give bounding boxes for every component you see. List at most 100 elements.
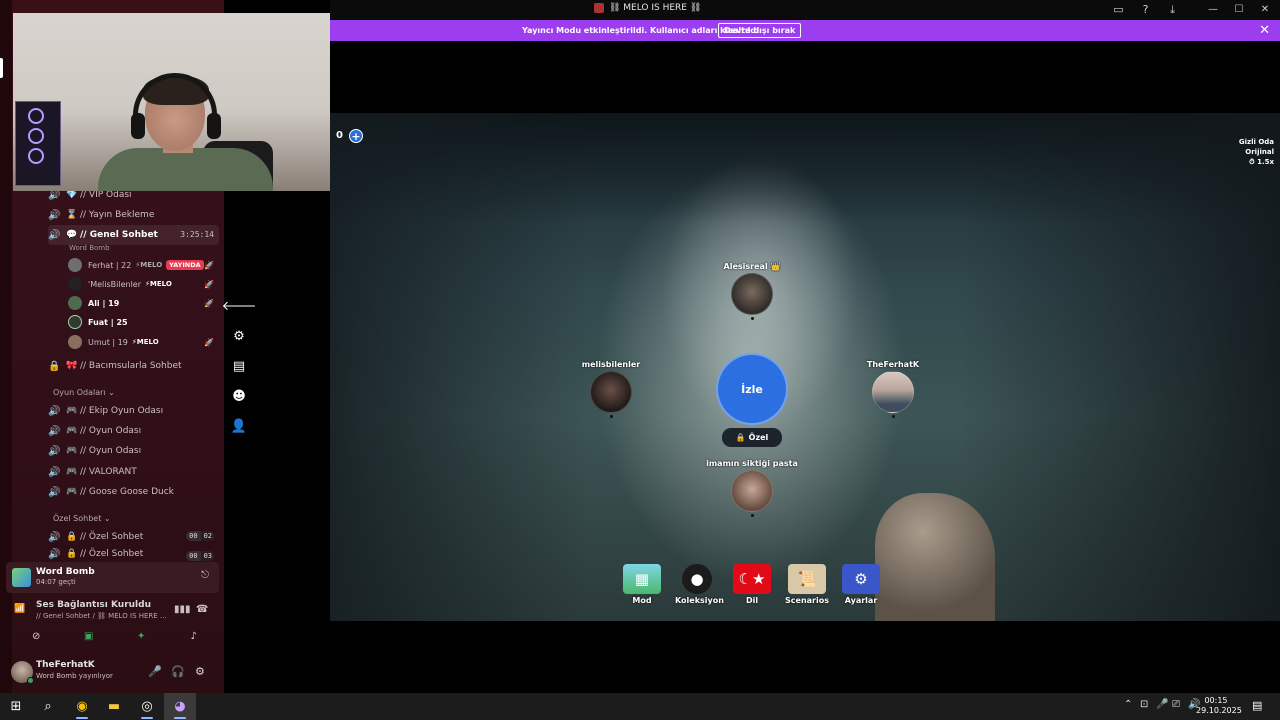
notification-icon[interactable]: ▤ [1252, 699, 1262, 712]
menu-scenarios[interactable]: 📜 Scenarios [785, 564, 829, 605]
close-icon[interactable]: ✕ [1258, 3, 1272, 17]
room-name: Gizli Oda [1238, 138, 1274, 146]
voice-status[interactable]: Ses Bağlantısı Kuruldu [36, 600, 151, 610]
channel-yayin-bekleme[interactable]: 🔊 ⌛ // Yayın Bekleme [48, 205, 219, 225]
channel-oyun-1[interactable]: 🔊 🎮 // Oyun Odası [48, 421, 219, 441]
maximize-icon[interactable]: ☐ [1232, 3, 1246, 17]
help-icon[interactable]: ? [1138, 2, 1153, 17]
voice-user-name: Fuat | 25 [88, 317, 128, 327]
category-oyun-odalari[interactable]: Oyun Odaları ⌄ [53, 388, 115, 397]
word-bomb-icon [12, 568, 31, 587]
speaker-icon: 🔊 [48, 486, 61, 498]
gear-icon[interactable]: ⚙ [195, 665, 205, 678]
channel-ozel-1[interactable]: 🔊 🔒 // Özel Sohbet 00 02 [48, 527, 219, 547]
channel-label: // Oyun Odası [80, 446, 142, 456]
speaker-icon: 🔊 [48, 425, 61, 437]
rocket-icon: 🚀 [204, 298, 214, 308]
inbox-icon[interactable]: ▭ [1111, 2, 1126, 17]
channel-label: // Goose Goose Duck [80, 487, 174, 497]
cave-rock [875, 493, 995, 621]
channel-genel-sohbet[interactable]: 🔊 💬 // Genel Sohbet 3:25:14 [48, 225, 219, 245]
voice-user[interactable]: 'MelisBilenler ⚡MELO 🚀 [68, 275, 216, 293]
bow-icon: 🎀 [66, 361, 78, 371]
channel-bacimsular[interactable]: 🔒 🎀 // Bacımsularla Sohbet [48, 356, 219, 376]
leave-activity-icon[interactable]: ⎋ [201, 570, 209, 581]
user-limit-badge: 00 03 [186, 551, 215, 561]
voice-user[interactable]: Umut | 19 ⚡MELO 🚀 [68, 333, 216, 351]
network-icon[interactable]: ⎚ [1172, 699, 1180, 710]
screen-share-icon[interactable]: ▣ [66, 628, 112, 644]
player-avatar [731, 273, 773, 315]
minimize-icon[interactable]: — [1206, 3, 1220, 17]
speaker-icon: 🔊 [48, 209, 61, 221]
voice-user[interactable]: Ferhat | 22 ⚡MELO YAYINDA 🚀 [68, 256, 216, 274]
activity-panel[interactable]: Word Bomb 04:07 geçti ⎋ [6, 562, 219, 593]
app-running-indicator [141, 717, 153, 719]
chrome-icon[interactable]: ◉ [66, 693, 98, 720]
microphone-icon[interactable]: 🎤 [148, 665, 162, 678]
device-icon[interactable]: ⊡ [1140, 699, 1148, 710]
microphone-icon[interactable]: 🎤 [1156, 699, 1168, 710]
channel-valorant[interactable]: 🔊 🎮 // VALORANT [48, 462, 219, 482]
watch-button[interactable]: İzle [716, 353, 788, 425]
player-seat[interactable]: imamın siktiği pasta [697, 459, 807, 517]
window-title-text: ⛓ MELO IS HERE ⛓ [609, 3, 702, 13]
windows-start-icon[interactable]: ⊞ [0, 693, 32, 720]
menu-ayarlar[interactable]: ⚙ Ayarlar [839, 564, 883, 605]
back-arrow-icon[interactable]: 🡐 [222, 298, 257, 314]
player-seat[interactable]: melisbilenler [556, 360, 666, 418]
people-icon[interactable]: 👤 [231, 418, 247, 434]
chat-icon[interactable]: ▤ [231, 358, 247, 374]
user-limit-badge: 00 02 [186, 531, 215, 541]
username[interactable]: TheFerhatK [36, 660, 95, 670]
channel-ekip-oyun[interactable]: 🔊 🎮 // Ekip Oyun Odası [48, 401, 219, 421]
player-seat[interactable]: TheFerhatK [838, 360, 948, 418]
channel-ozel-2[interactable]: 🔊 🔒 // Özel Sohbet 00 03 [48, 547, 219, 561]
flag-icon: ☾★ [733, 564, 771, 594]
channel-oyun-2[interactable]: 🔊 🎮 // Oyun Odası [48, 441, 219, 461]
voice-channel-path[interactable]: // Genel Sohbet / ⛓ MELO IS HERE ... [36, 612, 167, 620]
lock-icon: 🔒 [735, 433, 746, 442]
chevron-up-icon[interactable]: ⌃ [1124, 699, 1132, 710]
discord-icon[interactable]: ◕ [164, 693, 196, 720]
disable-streamer-mode-button[interactable]: Devre dışı bırak [718, 23, 802, 38]
file-explorer-icon[interactable]: ▬ [98, 693, 130, 720]
speaker-icon: 🔊 [48, 189, 61, 201]
private-room-button[interactable]: 🔒 Özel [722, 428, 782, 447]
headset-ear [131, 113, 145, 139]
add-button[interactable]: + [349, 129, 363, 143]
close-icon[interactable]: ✕ [1259, 23, 1270, 38]
voice-user-name: Ferhat | 22 [88, 260, 132, 270]
avatar [68, 277, 82, 291]
noise-suppression-icon[interactable]: ▮▮▮ [174, 604, 191, 615]
system-clock[interactable]: 00:15 29.10.2025 [1196, 696, 1242, 716]
category-ozel-sohbet[interactable]: Özel Sohbet ⌄ [53, 514, 111, 523]
search-icon[interactable]: ⌕ [32, 693, 64, 720]
signal-icon: 📶 [14, 604, 26, 614]
soundboard-icon[interactable]: ♪ [171, 628, 217, 644]
channel-label: // Yayın Bekleme [80, 210, 155, 220]
obs-icon[interactable]: ◎ [131, 693, 163, 720]
activities-icon[interactable]: ✦ [118, 628, 164, 644]
menu-koleksiyon[interactable]: ● Koleksiyon [675, 564, 724, 605]
menu-dil[interactable]: ☾★ Dil [730, 564, 774, 605]
rocket-icon: 🚀 [204, 260, 214, 270]
emoji-icon[interactable]: ☻ [231, 388, 247, 404]
cave-wall-left [330, 113, 590, 621]
category-label: Özel Sohbet [53, 514, 102, 523]
clan-tag: ⚡MELO [131, 338, 159, 346]
camera-off-icon[interactable]: ⊘ [13, 628, 59, 644]
player-seat[interactable]: Alesisreal 👑 [697, 262, 807, 320]
fan [28, 148, 44, 164]
voice-user[interactable]: Fuat | 25 [68, 313, 216, 331]
disconnect-icon[interactable]: ☎ [196, 604, 208, 615]
headphones-icon[interactable]: 🎧 [171, 665, 185, 678]
player-indicator [750, 514, 754, 517]
voice-user[interactable]: Ali | 19 🚀 [68, 294, 216, 312]
channel-goose[interactable]: 🔊 🎮 // Goose Goose Duck [48, 482, 219, 502]
gear-icon[interactable]: ⚙ [231, 328, 247, 344]
menu-mod[interactable]: ▦ Mod [620, 564, 664, 605]
download-icon[interactable]: ⤓ [1165, 2, 1180, 17]
voice-user-name: Ali | 19 [88, 298, 120, 308]
bomb-icon: ● [682, 564, 712, 594]
